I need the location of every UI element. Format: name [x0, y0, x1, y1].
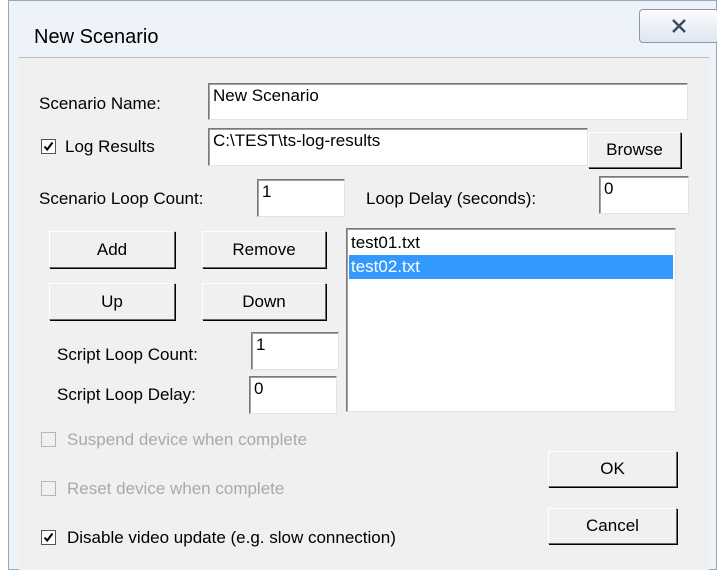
reset-device-checkbox[interactable]	[41, 481, 56, 496]
window-title: New Scenario	[34, 26, 159, 48]
list-item-selected[interactable]: test02.txt	[349, 255, 673, 279]
scenario-name-label: Scenario Name:	[39, 94, 161, 113]
up-button[interactable]: Up	[49, 283, 175, 320]
script-loop-delay-label: Script Loop Delay:	[57, 385, 196, 404]
suspend-device-label: Suspend device when complete	[67, 430, 308, 449]
script-listbox[interactable]: test01.txt test02.txt	[346, 228, 676, 412]
log-results-label: Log Results	[65, 137, 155, 156]
suspend-device-checkbox[interactable]	[41, 432, 56, 447]
ok-button[interactable]: OK	[548, 451, 677, 487]
list-item[interactable]: test01.txt	[349, 231, 673, 255]
close-icon	[672, 19, 686, 33]
dialog-client-area: Scenario Name: New Scenario Log Results …	[19, 57, 709, 570]
checkmark-icon	[43, 141, 54, 152]
loop-delay-label: Loop Delay (seconds):	[366, 189, 537, 208]
checkmark-icon	[43, 532, 54, 543]
close-button[interactable]	[639, 9, 717, 43]
add-button[interactable]: Add	[49, 231, 175, 268]
loop-delay-field[interactable]: 0	[599, 176, 689, 214]
down-button[interactable]: Down	[202, 283, 326, 320]
script-loop-count-label: Script Loop Count:	[57, 345, 198, 364]
scenario-name-field[interactable]: New Scenario	[208, 83, 688, 120]
browse-button[interactable]: Browse	[588, 132, 681, 168]
disable-video-checkbox[interactable]	[41, 530, 56, 545]
scenario-loop-count-field[interactable]: 1	[257, 179, 345, 217]
scenario-loop-count-label: Scenario Loop Count:	[39, 189, 204, 208]
remove-button[interactable]: Remove	[202, 231, 326, 268]
log-results-checkbox[interactable]	[41, 139, 56, 154]
script-loop-count-field[interactable]: 1	[251, 332, 339, 370]
script-loop-delay-field[interactable]: 0	[249, 376, 337, 414]
reset-device-label: Reset device when complete	[67, 479, 285, 498]
disable-video-label: Disable video update (e.g. slow connecti…	[67, 528, 396, 547]
cancel-button[interactable]: Cancel	[548, 508, 677, 544]
log-path-field[interactable]: C:\TEST\ts-log-results	[208, 128, 588, 166]
